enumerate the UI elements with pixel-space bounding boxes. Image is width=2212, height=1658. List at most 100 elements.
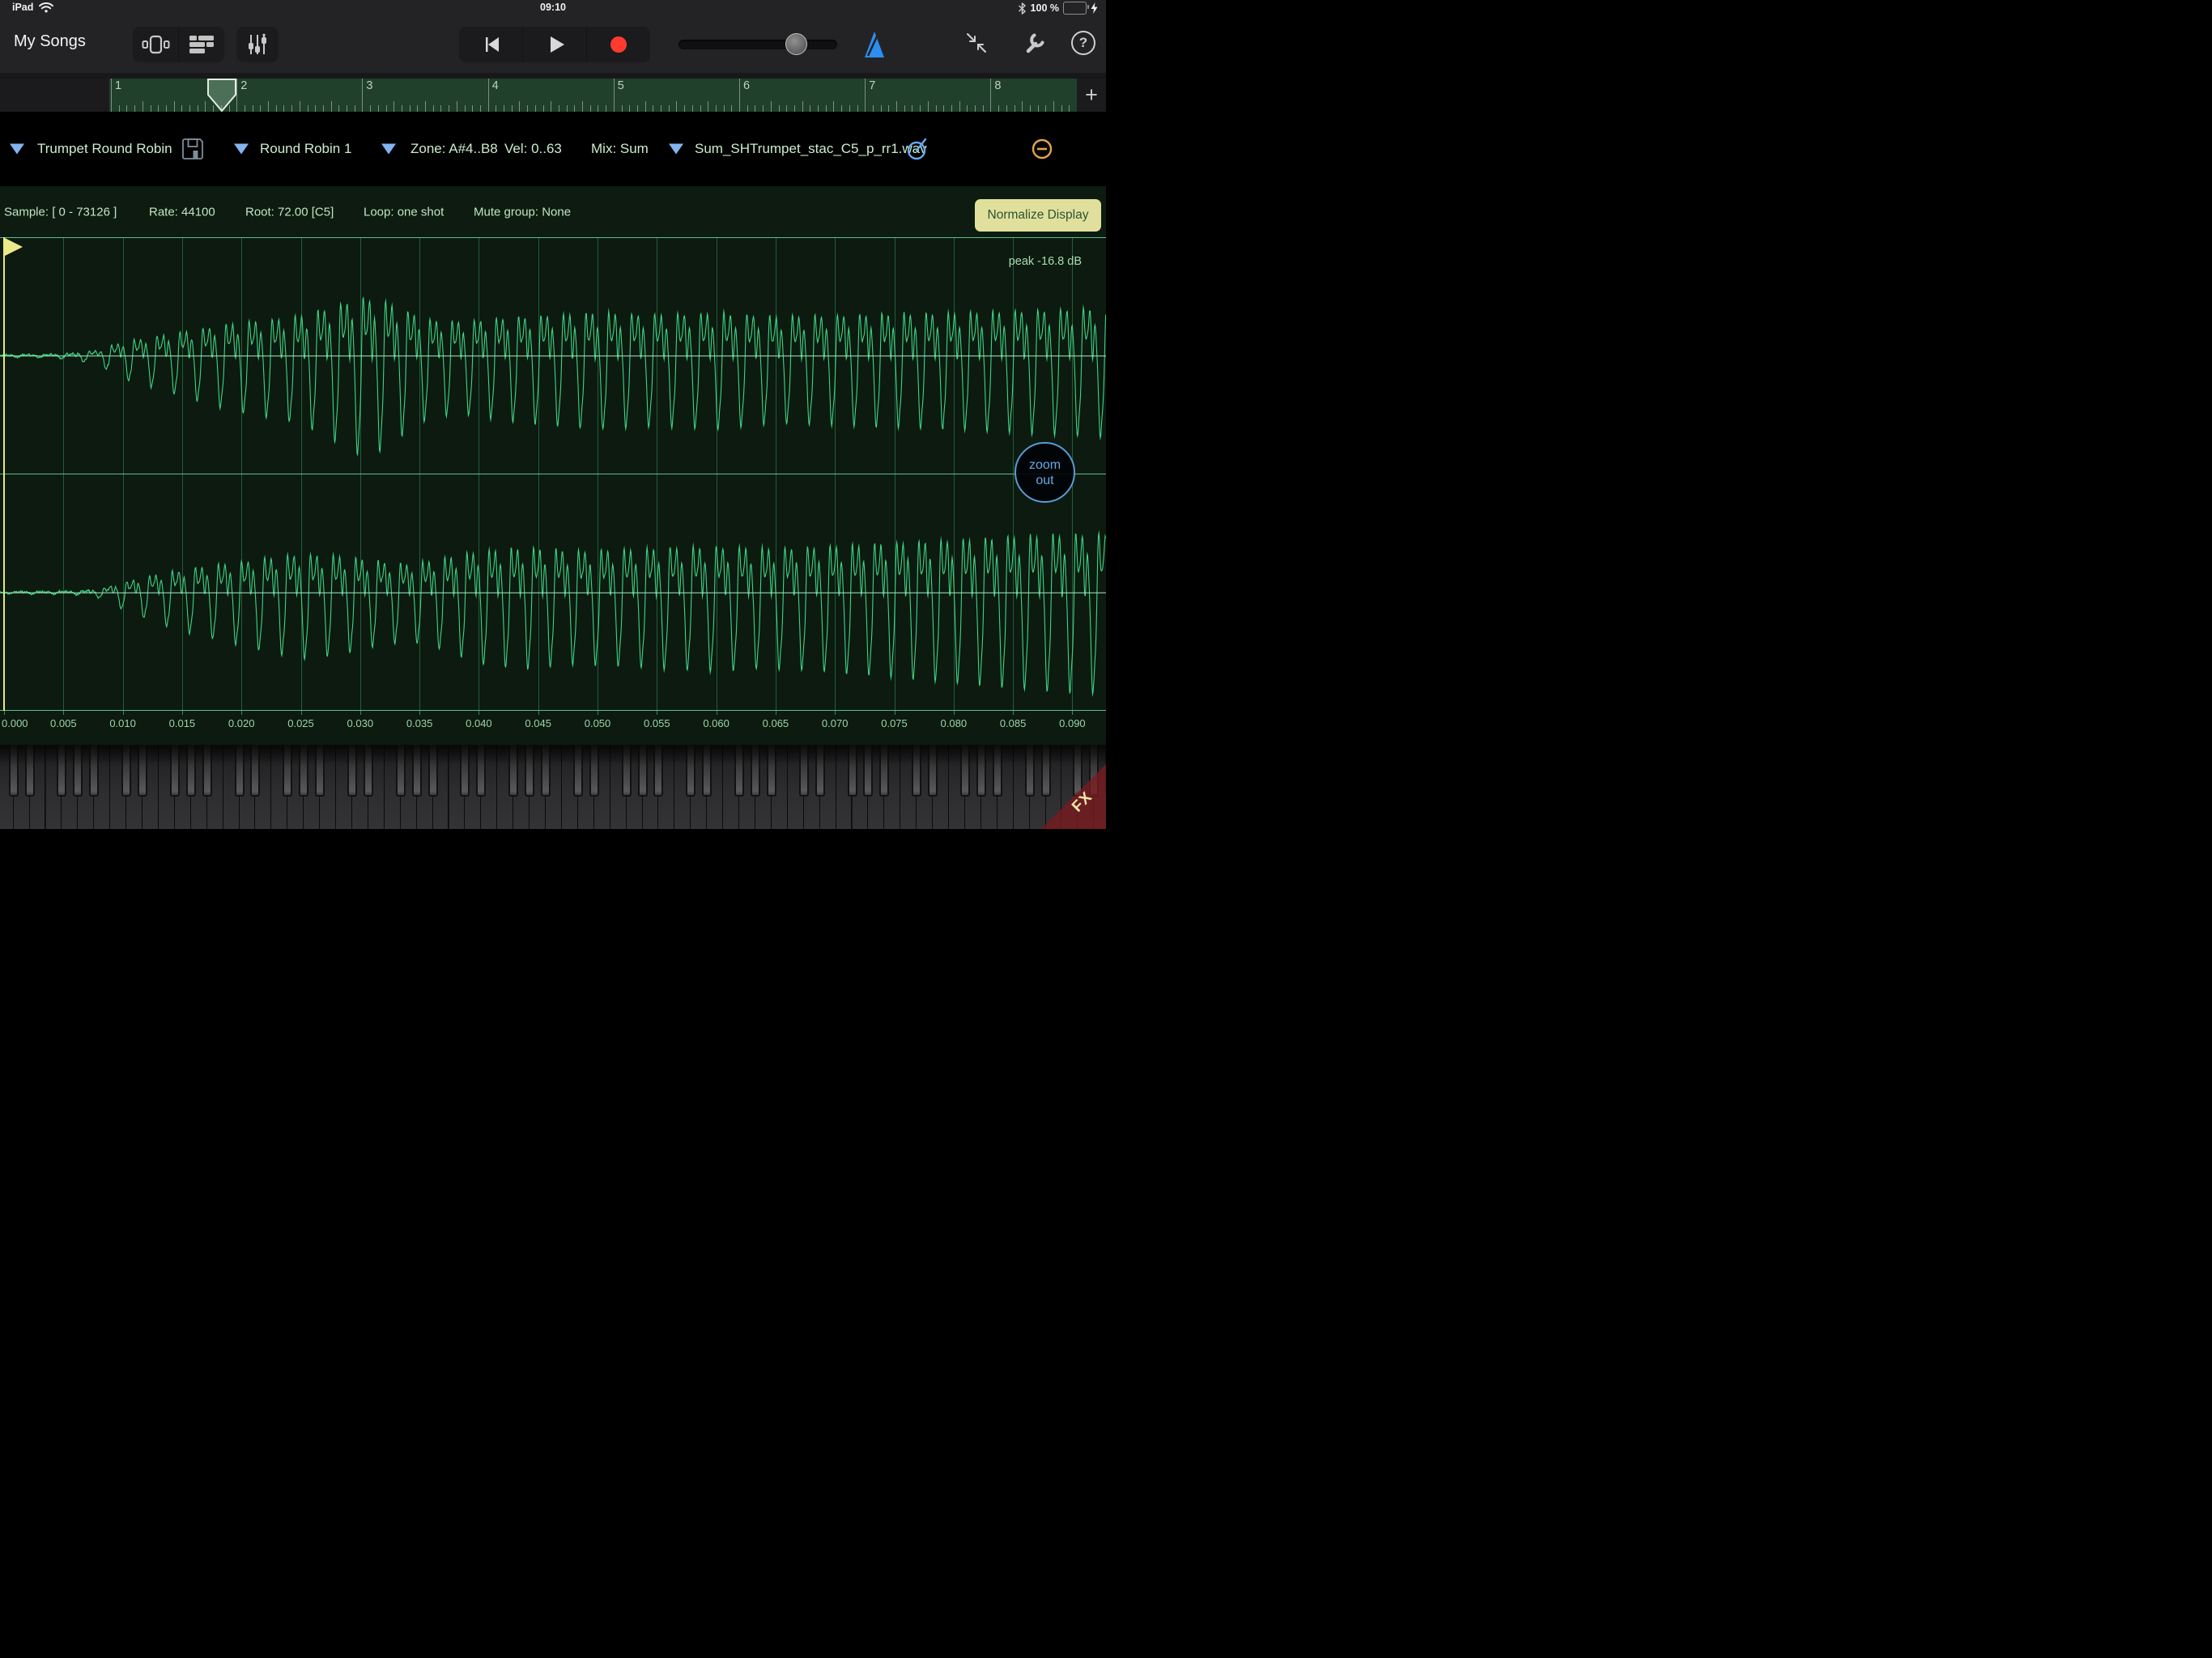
ruler-tick bbox=[622, 105, 623, 112]
piano-key-black[interactable] bbox=[1073, 745, 1083, 797]
ruler-tick bbox=[567, 105, 568, 112]
piano-key-black[interactable] bbox=[815, 745, 825, 797]
piano-key-black[interactable] bbox=[848, 745, 857, 797]
settings-wrench-button[interactable] bbox=[1022, 31, 1046, 55]
piano-key-black[interactable] bbox=[863, 745, 873, 797]
ruler-tick bbox=[794, 105, 795, 112]
volume-slider[interactable] bbox=[678, 40, 837, 49]
time-label: 0.005 bbox=[50, 717, 77, 729]
piano-key-black[interactable] bbox=[347, 745, 357, 797]
mixer-button[interactable] bbox=[236, 27, 279, 62]
metronome-button[interactable] bbox=[861, 31, 887, 58]
add-track-button[interactable]: + bbox=[1080, 83, 1103, 107]
zone-dropdown-icon[interactable] bbox=[381, 144, 396, 155]
piano-key-black[interactable] bbox=[638, 745, 648, 797]
piano-key-black[interactable] bbox=[73, 745, 83, 797]
piano-key-black[interactable] bbox=[573, 745, 583, 797]
record-button[interactable] bbox=[587, 27, 650, 62]
mute-group[interactable]: Mute group: None bbox=[474, 205, 571, 219]
piano-key-black[interactable] bbox=[121, 745, 131, 797]
velocity-range[interactable]: Vel: 0..63 bbox=[504, 141, 562, 157]
piano-key-black[interactable] bbox=[734, 745, 744, 797]
piano-key-black[interactable] bbox=[767, 745, 776, 797]
piano-key-black[interactable] bbox=[879, 745, 889, 797]
loop-mode[interactable]: Loop: one shot bbox=[364, 205, 444, 219]
piano-key-black[interactable] bbox=[25, 745, 35, 797]
rewind-button[interactable] bbox=[459, 27, 522, 62]
carousel-view-button[interactable] bbox=[133, 27, 178, 62]
zoom-out-button[interactable]: zoom out bbox=[1015, 442, 1075, 503]
time-axis-tick bbox=[4, 711, 5, 715]
piano-key-black[interactable] bbox=[283, 745, 292, 797]
save-icon[interactable] bbox=[181, 137, 205, 161]
piano-key-black[interactable] bbox=[751, 745, 760, 797]
group-selector[interactable]: Round Robin 1 bbox=[260, 141, 351, 157]
piano-key-black[interactable] bbox=[235, 745, 245, 797]
piano-key-black[interactable] bbox=[57, 745, 66, 797]
playhead-marker[interactable] bbox=[206, 79, 237, 112]
peak-value: peak -16.8 dB bbox=[1009, 255, 1082, 268]
piano-key-black[interactable] bbox=[993, 745, 1002, 797]
help-button[interactable]: ? bbox=[1071, 31, 1095, 55]
piano-key-black[interactable] bbox=[9, 745, 19, 797]
my-songs-button[interactable]: My Songs bbox=[14, 32, 86, 51]
collapse-arrows-button[interactable] bbox=[964, 31, 989, 55]
piano-key-black[interactable] bbox=[315, 745, 325, 797]
preset-dropdown-icon[interactable] bbox=[10, 144, 24, 155]
piano-key-black[interactable] bbox=[928, 745, 938, 797]
piano-key-black[interactable] bbox=[170, 745, 180, 797]
ruler-tick bbox=[260, 105, 261, 112]
waveform-display[interactable] bbox=[0, 237, 1106, 711]
mix-mode[interactable]: Mix: Sum bbox=[591, 141, 649, 157]
sample-rate[interactable]: Rate: 44100 bbox=[149, 205, 215, 219]
ruler-tick bbox=[582, 101, 583, 112]
piano-key-black[interactable] bbox=[589, 745, 599, 797]
piano-key-black[interactable] bbox=[653, 745, 663, 797]
play-button[interactable] bbox=[523, 27, 586, 62]
piano-key-black[interactable] bbox=[1041, 745, 1051, 797]
piano-key-black[interactable] bbox=[396, 745, 406, 797]
normalize-display-button[interactable]: Normalize Display bbox=[975, 199, 1101, 232]
ruler-tick bbox=[692, 105, 693, 112]
piano-key-black[interactable] bbox=[250, 745, 260, 797]
piano-key-black[interactable] bbox=[89, 745, 99, 797]
ruler-tick bbox=[967, 105, 968, 112]
root-note[interactable]: Root: 72.00 [C5] bbox=[245, 205, 334, 219]
piano-key-black[interactable] bbox=[525, 745, 534, 797]
piano-key-black[interactable] bbox=[541, 745, 551, 797]
tracks-view-button[interactable] bbox=[179, 27, 224, 62]
time-label: 0.050 bbox=[585, 717, 611, 729]
piano-key-black[interactable] bbox=[364, 745, 373, 797]
piano-key-black[interactable] bbox=[476, 745, 486, 797]
group-dropdown-icon[interactable] bbox=[234, 144, 249, 155]
piano-key-black[interactable] bbox=[202, 745, 212, 797]
remove-sample-icon[interactable] bbox=[1030, 137, 1054, 161]
piano-key-black[interactable] bbox=[912, 745, 921, 797]
piano-key-black[interactable] bbox=[428, 745, 438, 797]
piano-key-black[interactable] bbox=[960, 745, 970, 797]
piano-key-black[interactable] bbox=[702, 745, 712, 797]
dial-icon[interactable] bbox=[905, 137, 929, 161]
piano-key-black[interactable] bbox=[1025, 745, 1035, 797]
piano-key-black[interactable] bbox=[299, 745, 308, 797]
sample-start-marker[interactable] bbox=[3, 237, 5, 711]
piano-key-black[interactable] bbox=[460, 745, 470, 797]
sample-dropdown-icon[interactable] bbox=[669, 144, 683, 155]
bar-ruler[interactable]: 12345678 bbox=[109, 79, 1077, 112]
volume-slider-knob[interactable] bbox=[785, 33, 807, 55]
piano-key-black[interactable] bbox=[138, 745, 147, 797]
piano-keyboard[interactable]: FX bbox=[0, 745, 1106, 829]
sample-range[interactable]: Sample: [ 0 - 73126 ] bbox=[4, 205, 117, 219]
sample-file-name[interactable]: Sum_SHTrumpet_stac_C5_p_rr1.wav bbox=[695, 141, 927, 157]
piano-key-black[interactable] bbox=[186, 745, 196, 797]
start-flag-icon[interactable] bbox=[5, 238, 24, 257]
piano-key-black[interactable] bbox=[686, 745, 696, 797]
zone-range[interactable]: Zone: A#4..B8 bbox=[410, 141, 498, 157]
preset-selector[interactable]: Trumpet Round Robin bbox=[37, 141, 172, 157]
piano-key-black[interactable] bbox=[508, 745, 518, 797]
piano-key-black[interactable] bbox=[622, 745, 632, 797]
charging-bolt-icon bbox=[1091, 2, 1098, 14]
piano-key-black[interactable] bbox=[412, 745, 422, 797]
piano-key-black[interactable] bbox=[976, 745, 986, 797]
piano-key-black[interactable] bbox=[799, 745, 809, 797]
